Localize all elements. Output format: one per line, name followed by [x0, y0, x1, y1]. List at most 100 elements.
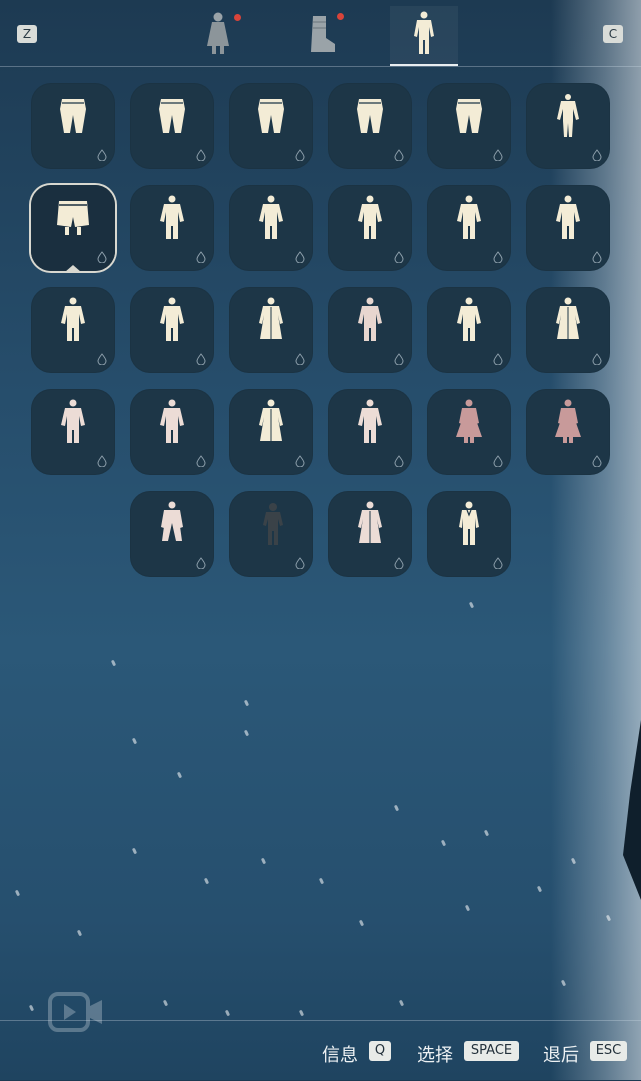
select-hint-label: 选择 — [417, 1045, 453, 1066]
prev-tab-key[interactable]: Z — [17, 25, 37, 43]
snowflake — [110, 659, 117, 667]
water-drop-icon — [394, 251, 404, 263]
snowflake — [76, 929, 83, 937]
outfit-slot[interactable] — [229, 389, 313, 475]
tab-boots[interactable] — [287, 6, 355, 64]
outfit-slot[interactable] — [229, 491, 313, 577]
water-drop-icon — [196, 455, 206, 467]
pants-icon — [159, 99, 185, 133]
outfit-slot[interactable] — [328, 491, 412, 577]
select-key[interactable]: SPACE — [464, 1041, 519, 1061]
ninja-outfit-icon — [263, 503, 283, 545]
snowflake — [243, 729, 250, 737]
tab-outfit[interactable] — [390, 6, 458, 66]
water-drop-icon — [97, 455, 107, 467]
tab-cape[interactable] — [184, 6, 252, 64]
outfit-slot[interactable] — [427, 287, 511, 373]
outfit-icon — [160, 195, 184, 239]
shorts-icon — [57, 201, 89, 235]
snowflake — [393, 804, 400, 812]
outfit-slot[interactable] — [328, 389, 412, 475]
snowflake — [203, 877, 210, 885]
water-drop-icon — [592, 353, 602, 365]
water-drop-icon — [196, 353, 206, 365]
outfit-slot[interactable] — [130, 389, 214, 475]
outfit-slot[interactable] — [31, 287, 115, 373]
topbar-divider — [0, 66, 641, 67]
water-drop-icon — [394, 455, 404, 467]
outfit-slot[interactable] — [328, 287, 412, 373]
selection-indicator — [65, 265, 81, 272]
outfit-slot[interactable] — [130, 491, 214, 577]
water-drop-icon — [592, 149, 602, 161]
snowflake — [176, 771, 183, 779]
water-drop-icon — [97, 353, 107, 365]
dress-icon — [555, 399, 581, 443]
outfit-icon — [358, 399, 382, 443]
water-drop-icon — [97, 149, 107, 161]
dress-icon — [456, 399, 482, 443]
info-key[interactable]: Q — [369, 1041, 391, 1061]
robe-icon — [259, 399, 283, 441]
outfit-slot[interactable] — [427, 491, 511, 577]
outfit-slot[interactable] — [31, 389, 115, 475]
snowflake — [536, 885, 543, 893]
outfit-icon — [457, 297, 481, 341]
water-drop-icon — [493, 557, 503, 569]
snowflake — [243, 699, 250, 707]
outfit-icon — [457, 195, 481, 239]
back-key[interactable]: ESC — [590, 1041, 627, 1061]
outfit-slot[interactable] — [328, 185, 412, 271]
outfit-slot[interactable] — [31, 185, 115, 272]
outfit-slot[interactable] — [526, 185, 610, 271]
cape-icon — [207, 12, 229, 54]
water-drop-icon — [592, 455, 602, 467]
pants-icon — [258, 99, 284, 133]
outfit-slot[interactable] — [427, 389, 511, 475]
water-drop-icon — [493, 455, 503, 467]
water-drop-icon — [97, 251, 107, 263]
snowflake — [483, 829, 490, 837]
outfit-slot[interactable] — [526, 389, 610, 475]
robe-icon — [358, 501, 382, 543]
next-tab-key[interactable]: C — [603, 25, 623, 43]
water-drop-icon — [493, 353, 503, 365]
outfit-slot[interactable] — [427, 83, 511, 169]
outfit-slot[interactable] — [229, 83, 313, 169]
snowflake — [131, 737, 138, 745]
tab-notification-dot — [234, 14, 241, 21]
outfit-slot[interactable] — [130, 287, 214, 373]
outfit-icon — [358, 195, 382, 239]
outfit-icon — [61, 399, 85, 443]
suit-icon — [459, 501, 479, 545]
water-drop-icon — [196, 557, 206, 569]
water-drop-icon — [394, 353, 404, 365]
water-drop-icon — [196, 149, 206, 161]
outfit-slot[interactable] — [130, 185, 214, 271]
water-drop-icon — [295, 455, 305, 467]
bodysuit-icon — [557, 94, 579, 137]
outfit-slot[interactable] — [130, 83, 214, 169]
outfit-slot[interactable] — [328, 83, 412, 169]
robe-icon — [259, 297, 283, 339]
snowflake — [28, 1004, 35, 1012]
outfit-slot[interactable] — [526, 287, 610, 373]
water-drop-icon — [493, 251, 503, 263]
snowflake — [224, 1009, 231, 1017]
outfit-slot[interactable] — [229, 287, 313, 373]
water-drop-icon — [196, 251, 206, 263]
outfit-icon — [358, 297, 382, 341]
outfit-icon — [61, 297, 85, 341]
snowflake — [464, 904, 471, 912]
outfit-slot[interactable] — [427, 185, 511, 271]
outfit-slot[interactable] — [31, 83, 115, 169]
outfit-icon — [160, 297, 184, 341]
control-hints-bar: 信息 Q 选择 SPACE 退后 ESC — [0, 1020, 641, 1081]
water-drop-icon — [295, 557, 305, 569]
water-drop-icon — [592, 251, 602, 263]
outfit-icon — [414, 11, 434, 54]
outfit-slot[interactable] — [526, 83, 610, 169]
back-hint-label: 退后 — [543, 1045, 579, 1066]
snowflake — [318, 877, 325, 885]
outfit-slot[interactable] — [229, 185, 313, 271]
